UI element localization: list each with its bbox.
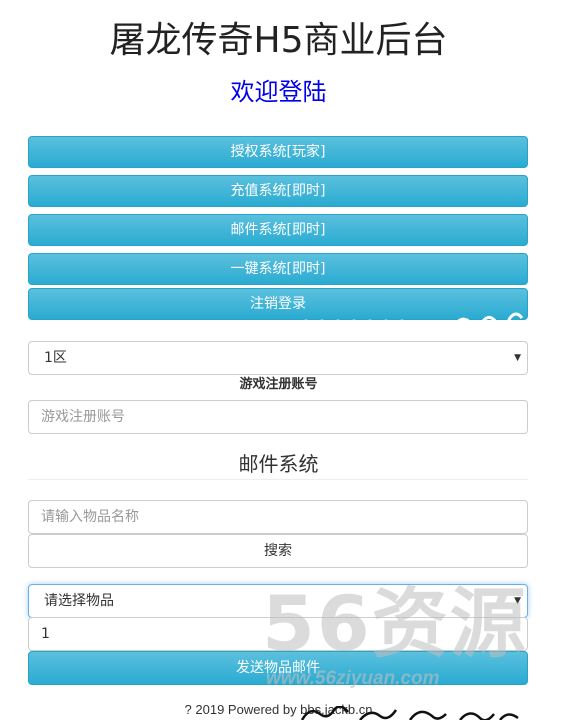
section-divider (28, 479, 528, 480)
auth-system-button[interactable]: 授权系统[玩家] (28, 136, 528, 168)
page-title: 屠龙传奇H5商业后台 (109, 20, 448, 61)
chevron-down-icon: ▼ (514, 353, 521, 363)
chevron-down-icon: ▼ (514, 596, 521, 606)
mail-section-title: 邮件系统 (238, 452, 319, 476)
item-search-input[interactable]: 请输入物品名称 (28, 500, 528, 534)
recharge-system-button[interactable]: 充值系统[即时] (28, 175, 528, 207)
server-select-value: 1区 (44, 350, 67, 366)
one-click-system-button[interactable]: 一键系统[即时] (28, 253, 528, 285)
logout-button[interactable]: 注销登录 (28, 288, 528, 320)
footer-text: ? 2019 Powered by bbs.jackb.cn (184, 702, 373, 717)
item-select[interactable]: 请选择物品 ▼ (28, 584, 528, 618)
item-select-value: 请选择物品 (44, 593, 114, 609)
send-mail-button[interactable]: 发送物品邮件 (28, 651, 528, 685)
account-label: 游戏注册账号 (239, 377, 318, 392)
welcome-heading: 欢迎登陆 (230, 78, 327, 106)
mail-system-button[interactable]: 邮件系统[即时] (28, 214, 528, 246)
account-input[interactable]: 游戏注册账号 (28, 400, 528, 434)
search-button[interactable]: 搜索 (28, 534, 528, 568)
server-select[interactable]: 1区 ▼ (28, 341, 528, 375)
quantity-input[interactable]: 1 (28, 617, 528, 651)
